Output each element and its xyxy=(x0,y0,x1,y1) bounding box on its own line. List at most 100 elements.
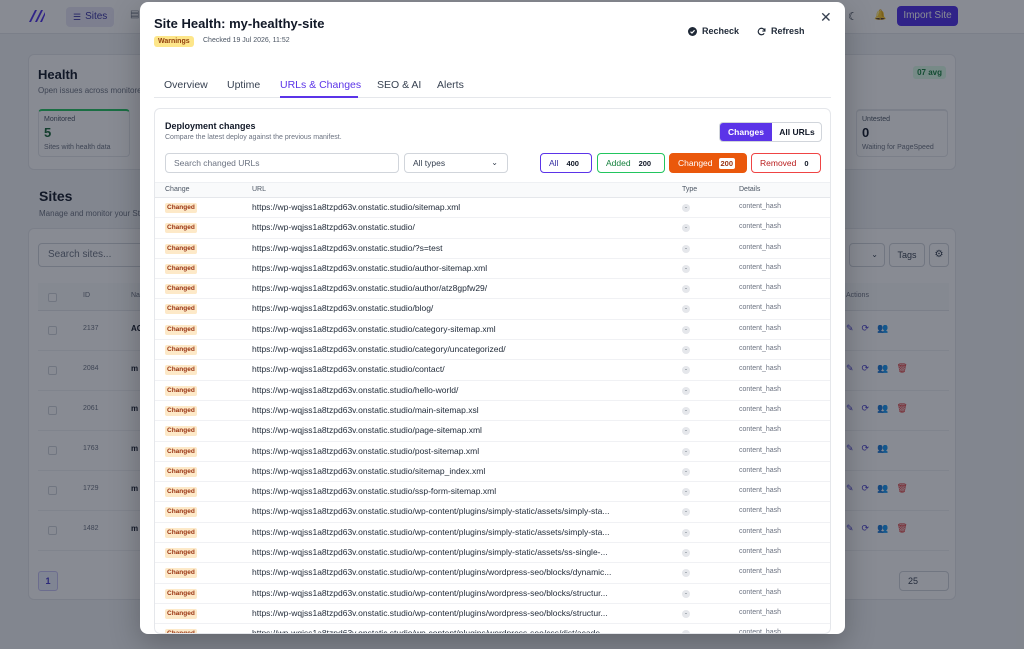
table-row[interactable]: Changed https://wp-wqjss1a8tzpd63v.onstat… xyxy=(155,482,830,503)
url-link[interactable]: https://wp-wqjss1a8tzpd63v.onstatic.stud… xyxy=(252,608,662,618)
table-row[interactable]: Changed https://wp-wqjss1a8tzpd63v.onstat… xyxy=(155,523,830,544)
table-row[interactable]: Changed https://wp-wqjss1a8tzpd63v.onstat… xyxy=(155,462,830,483)
recheck-button[interactable]: Recheck xyxy=(688,26,739,36)
url-link[interactable]: https://wp-wqjss1a8tzpd63v.onstatic.stud… xyxy=(252,628,662,633)
panel-title: Deployment changes xyxy=(165,121,256,131)
close-icon[interactable]: ✕ xyxy=(820,9,832,26)
refresh-label: Refresh xyxy=(771,26,805,36)
table-row[interactable]: Changed https://wp-wqjss1a8tzpd63v.onstat… xyxy=(155,320,830,341)
active-tab-indicator xyxy=(280,96,358,98)
panel-subtitle: Compare the latest deploy against the pr… xyxy=(165,134,342,141)
type-value: - xyxy=(682,285,690,294)
change-badge: Changed xyxy=(165,345,197,356)
filter-all-label: All xyxy=(549,158,559,168)
type-filter-select[interactable]: All types ⌄ xyxy=(404,153,508,173)
filter-added-count: 200 xyxy=(638,159,652,168)
change-badge: Changed xyxy=(165,385,197,396)
url-link[interactable]: https://wp-wqjss1a8tzpd63v.onstatic.stud… xyxy=(252,506,662,516)
type-value: - xyxy=(682,264,690,273)
url-link[interactable]: https://wp-wqjss1a8tzpd63v.onstatic.stud… xyxy=(252,588,662,598)
details-value: content_hash xyxy=(739,466,782,474)
type-value: - xyxy=(682,406,690,415)
url-link[interactable]: https://wp-wqjss1a8tzpd63v.onstatic.stud… xyxy=(252,567,662,577)
type-value: - xyxy=(682,244,690,253)
table-row[interactable]: Changed https://wp-wqjss1a8tzpd63v.onstat… xyxy=(155,239,830,259)
filter-added-chip[interactable]: Added 200 xyxy=(597,153,665,173)
table-row[interactable]: Changed https://wp-wqjss1a8tzpd63v.onstat… xyxy=(155,360,830,381)
status-badge: Warnings xyxy=(154,36,194,47)
table-row[interactable]: Changed https://wp-wqjss1a8tzpd63v.onstat… xyxy=(155,218,830,239)
type-value: - xyxy=(682,508,690,517)
refresh-button[interactable]: Refresh xyxy=(757,26,805,36)
table-row[interactable]: Changed https://wp-wqjss1a8tzpd63v.onstat… xyxy=(155,502,830,523)
type-value: - xyxy=(682,630,690,633)
table-row[interactable]: Changed https://wp-wqjss1a8tzpd63v.onstat… xyxy=(155,198,830,219)
type-filter-value: All types xyxy=(413,158,446,168)
url-link[interactable]: https://wp-wqjss1a8tzpd63v.onstatic.stud… xyxy=(252,547,662,557)
tab-alerts[interactable]: Alerts xyxy=(437,79,464,91)
filter-changed-count: 200 xyxy=(718,158,736,169)
url-link[interactable]: https://wp-wqjss1a8tzpd63v.onstatic.stud… xyxy=(252,324,662,334)
changed-url-search-input[interactable]: Search changed URLs xyxy=(165,153,399,173)
toggle-all-urls-button[interactable]: All URLs xyxy=(772,123,821,141)
url-link[interactable]: https://wp-wqjss1a8tzpd63v.onstatic.stud… xyxy=(252,364,662,374)
url-link[interactable]: https://wp-wqjss1a8tzpd63v.onstatic.stud… xyxy=(252,243,662,253)
table-row[interactable]: Changed https://wp-wqjss1a8tzpd63v.onstat… xyxy=(155,299,830,320)
change-badge: Changed xyxy=(165,487,197,498)
modal-tabs: Overview Uptime URLs & Changes SEO & AI … xyxy=(154,72,831,98)
url-link[interactable]: https://wp-wqjss1a8tzpd63v.onstatic.stud… xyxy=(252,486,662,496)
url-link[interactable]: https://wp-wqjss1a8tzpd63v.onstatic.stud… xyxy=(252,385,662,395)
url-link[interactable]: https://wp-wqjss1a8tzpd63v.onstatic.stud… xyxy=(252,202,662,212)
table-row[interactable]: Changed https://wp-wqjss1a8tzpd63v.onstat… xyxy=(155,624,830,633)
change-badge: Changed xyxy=(165,426,197,437)
table-row[interactable]: Changed https://wp-wqjss1a8tzpd63v.onstat… xyxy=(155,340,830,361)
refresh-icon xyxy=(757,27,766,35)
type-value: - xyxy=(682,366,690,375)
url-link[interactable]: https://wp-wqjss1a8tzpd63v.onstatic.stud… xyxy=(252,425,662,435)
table-row[interactable]: Changed https://wp-wqjss1a8tzpd63v.onstat… xyxy=(155,543,830,564)
table-row[interactable]: Changed https://wp-wqjss1a8tzpd63v.onstat… xyxy=(155,279,830,300)
details-value: content_hash xyxy=(739,304,782,312)
tab-overview[interactable]: Overview xyxy=(164,79,208,91)
type-value: - xyxy=(682,528,690,537)
change-badge: Changed xyxy=(165,223,197,234)
chevron-down-icon: ⌄ xyxy=(491,158,498,167)
filter-changed-chip[interactable]: Changed 200 xyxy=(669,153,747,173)
table-row[interactable]: Changed https://wp-wqjss1a8tzpd63v.onstat… xyxy=(155,381,830,401)
changes-table-body: Changed https://wp-wqjss1a8tzpd63v.onstat… xyxy=(155,198,830,633)
tab-urls-changes[interactable]: URLs & Changes xyxy=(280,79,361,91)
url-link[interactable]: https://wp-wqjss1a8tzpd63v.onstatic.stud… xyxy=(252,405,662,415)
table-row[interactable]: Changed https://wp-wqjss1a8tzpd63v.onstat… xyxy=(155,584,830,604)
url-link[interactable]: https://wp-wqjss1a8tzpd63v.onstatic.stud… xyxy=(252,303,662,313)
table-row[interactable]: Changed https://wp-wqjss1a8tzpd63v.onstat… xyxy=(155,259,830,280)
table-row[interactable]: Changed https://wp-wqjss1a8tzpd63v.onstat… xyxy=(155,442,830,462)
tab-seo-ai[interactable]: SEO & AI xyxy=(377,79,421,91)
url-link[interactable]: https://wp-wqjss1a8tzpd63v.onstatic.stud… xyxy=(252,446,662,456)
table-row[interactable]: Changed https://wp-wqjss1a8tzpd63v.onstat… xyxy=(155,421,830,442)
url-link[interactable]: https://wp-wqjss1a8tzpd63v.onstatic.stud… xyxy=(252,466,662,476)
url-link[interactable]: https://wp-wqjss1a8tzpd63v.onstatic.stud… xyxy=(252,222,662,232)
change-badge: Changed xyxy=(165,284,197,295)
filter-all-chip[interactable]: All 400 xyxy=(540,153,592,173)
deployment-changes-panel: Deployment changes Compare the latest de… xyxy=(154,108,831,634)
details-value: content_hash xyxy=(739,568,782,576)
url-link[interactable]: https://wp-wqjss1a8tzpd63v.onstatic.stud… xyxy=(252,283,662,293)
filter-removed-chip[interactable]: Removed 0 xyxy=(751,153,821,173)
type-value: - xyxy=(682,224,690,233)
toggle-changes-button[interactable]: Changes xyxy=(720,123,772,141)
table-row[interactable]: Changed https://wp-wqjss1a8tzpd63v.onstat… xyxy=(155,563,830,584)
table-row[interactable]: Changed https://wp-wqjss1a8tzpd63v.onstat… xyxy=(155,401,830,422)
details-value: content_hash xyxy=(739,223,782,231)
change-badge: Changed xyxy=(165,629,197,633)
url-link[interactable]: https://wp-wqjss1a8tzpd63v.onstatic.stud… xyxy=(252,263,662,273)
change-badge: Changed xyxy=(165,243,197,254)
changes-table-header: Change URL Type Details xyxy=(155,182,830,198)
details-value: content_hash xyxy=(739,608,782,616)
url-link[interactable]: https://wp-wqjss1a8tzpd63v.onstatic.stud… xyxy=(252,527,662,537)
tab-uptime[interactable]: Uptime xyxy=(227,79,260,91)
checked-timestamp: Checked 19 Jul 2026, 11:52 xyxy=(203,37,290,44)
url-link[interactable]: https://wp-wqjss1a8tzpd63v.onstatic.stud… xyxy=(252,344,662,354)
table-row[interactable]: Changed https://wp-wqjss1a8tzpd63v.onstat… xyxy=(155,604,830,625)
type-value: - xyxy=(682,305,690,314)
filter-all-count: 400 xyxy=(566,159,579,168)
